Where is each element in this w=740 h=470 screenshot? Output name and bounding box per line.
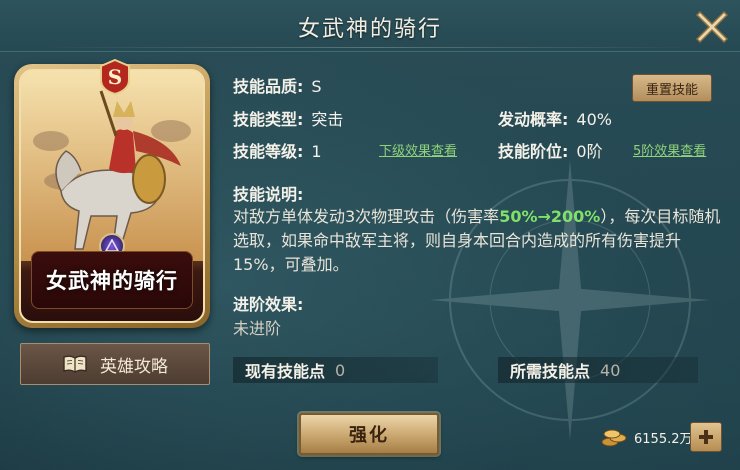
description-text-start: 对敌方单体发动3次物理攻击（伤害率 bbox=[233, 207, 500, 226]
skill-card-frame: 女武神的骑行 bbox=[19, 69, 205, 323]
currency-amount: 6155.2万 bbox=[634, 431, 693, 447]
next-level-effect-link[interactable]: 下级效果查看 bbox=[379, 140, 457, 159]
hero-strategy-button[interactable]: 英雄攻略 bbox=[20, 343, 210, 385]
required-points-value: 40 bbox=[600, 360, 621, 380]
tier5-effect-link[interactable]: 5阶效果查看 bbox=[633, 140, 706, 159]
tier-value: 0阶 bbox=[576, 142, 603, 161]
skill-card-name: 女武神的骑行 bbox=[46, 269, 178, 293]
quality-value: S bbox=[311, 77, 322, 96]
description-title: 技能说明: bbox=[233, 185, 304, 204]
quality-row: 技能品质: S bbox=[233, 73, 322, 97]
advance-effect-title: 进阶效果: bbox=[233, 295, 304, 314]
level-label: 技能等级: bbox=[233, 142, 304, 161]
type-label: 技能类型: bbox=[233, 110, 304, 129]
skill-card-name-box: 女武神的骑行 bbox=[31, 251, 193, 309]
required-points-label: 所需技能点 bbox=[510, 362, 591, 381]
damage-rate-highlight: 50%→200% bbox=[499, 207, 601, 226]
advance-effect-value: 未进阶 bbox=[233, 319, 282, 338]
coin-stack-icon bbox=[601, 429, 627, 447]
page-title: 女武神的骑行 bbox=[297, 17, 442, 42]
compass-decoration bbox=[430, 160, 710, 440]
book-icon bbox=[63, 355, 87, 373]
skill-detail-panel: 女武神的骑行 女武神的骑行 S 英雄攻略 技能品质: S 重置技能 技能类型: … bbox=[0, 0, 740, 470]
close-x-icon bbox=[695, 10, 729, 44]
type-value: 突击 bbox=[311, 110, 344, 129]
type-row: 技能类型: 突击 bbox=[233, 106, 343, 130]
required-points-bar: 所需技能点 40 bbox=[498, 357, 698, 383]
level-value: 1 bbox=[311, 142, 322, 161]
chance-label: 发动概率: bbox=[498, 110, 569, 129]
grade-badge-label: S bbox=[107, 65, 123, 89]
add-currency-button[interactable] bbox=[690, 422, 722, 452]
chance-row: 发动概率: 40% bbox=[498, 106, 612, 130]
level-row: 技能等级: 1 bbox=[233, 138, 322, 162]
tier-label: 技能阶位: bbox=[498, 142, 569, 161]
title-bar: 女武神的骑行 bbox=[0, 0, 740, 52]
grade-badge: S bbox=[96, 58, 134, 96]
current-points-bar: 现有技能点 0 bbox=[233, 357, 438, 383]
tier-row: 技能阶位: 0阶 bbox=[498, 138, 603, 162]
upgrade-button[interactable]: 强化 bbox=[299, 413, 439, 455]
hero-strategy-label: 英雄攻略 bbox=[100, 356, 168, 377]
chance-value: 40% bbox=[576, 110, 612, 129]
skill-description: 对敌方单体发动3次物理攻击（伤害率50%→200%），每次目标随机选取，如果命中… bbox=[233, 205, 723, 277]
plus-icon bbox=[699, 430, 713, 444]
reset-skill-button[interactable]: 重置技能 bbox=[632, 74, 712, 102]
quality-label: 技能品质: bbox=[233, 77, 304, 96]
current-points-value: 0 bbox=[335, 360, 346, 380]
currency-display: 6155.2万 bbox=[600, 424, 693, 450]
current-points-label: 现有技能点 bbox=[245, 362, 326, 381]
close-button[interactable] bbox=[690, 4, 734, 48]
skill-card: 女武神的骑行 bbox=[14, 64, 210, 328]
